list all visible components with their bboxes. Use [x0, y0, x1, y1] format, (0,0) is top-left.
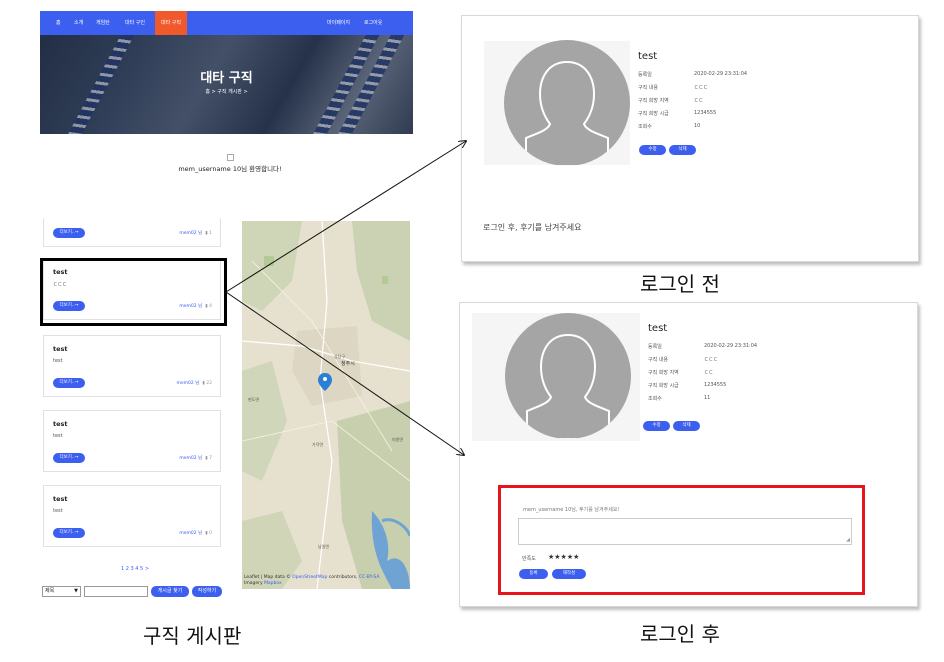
nav-item-jobseek[interactable]: 대타 구직 — [155, 11, 187, 35]
nav-item-hire[interactable]: 대타 구인 — [125, 11, 145, 35]
post-title: test — [53, 420, 68, 428]
chevron-down-icon: ▼ — [74, 588, 78, 594]
nav-item-mypage[interactable]: 마이페이지 — [327, 11, 350, 35]
delete-button[interactable]: 삭제 — [669, 145, 696, 155]
post-meta: mem02 님 ▮ 7 — [179, 456, 212, 461]
screenshot-composite: 홈 소개 게임탄 대타 구인 대타 구직 마이페이지 로그아웃 대타 구직 홈 … — [0, 0, 944, 662]
row-value: ㄷㄷ — [694, 98, 704, 104]
list-item[interactable]: test test 더보기..→ mem02 님 ▮ 22 — [43, 335, 221, 397]
detail-info: test 등록일 2020-02-29 23:31:04 구직 내용 ㄷㄷㄷ 구… — [630, 41, 899, 165]
map-label: 현도면 — [248, 396, 259, 402]
row-value: 2020-02-29 23:31:04 — [694, 71, 748, 77]
caption-board: 구직 게시판 — [143, 624, 242, 648]
map-label: 상당구 — [334, 353, 345, 359]
user-silhouette-icon — [526, 333, 610, 439]
post-title: test — [648, 323, 668, 334]
nav-item-logout[interactable]: 로그아웃 — [364, 11, 382, 35]
row-label: 조회수 — [648, 396, 662, 402]
osm-link[interactable]: OpenStreetMap — [292, 575, 327, 580]
nav-item-board[interactable]: 게임탄 — [96, 11, 110, 35]
write-button[interactable]: 작성하기 — [192, 586, 222, 597]
row-value: 11 — [704, 395, 711, 401]
rating-label: 만족도 — [522, 556, 536, 562]
row-label: 등록일 — [648, 344, 662, 350]
review-textarea[interactable]: ◢ — [518, 518, 852, 545]
row-label: 구직 희망 시급 — [638, 111, 669, 117]
star-rating[interactable]: ★★★★★ — [548, 553, 579, 561]
broken-image-icon — [227, 154, 234, 161]
register-button[interactable]: 등록 — [519, 569, 548, 579]
pagination[interactable]: 1 2 3 4 5 > — [100, 566, 170, 572]
map-view[interactable]: 청주시 상당구 가덕면 현도면 남일면 미원면 — [242, 221, 410, 589]
map-label: 미원면 — [392, 436, 403, 442]
row-value: ㄷㄷㄷ — [694, 85, 708, 91]
row-label: 조회수 — [638, 124, 652, 130]
user-silhouette-icon — [525, 60, 609, 166]
more-button[interactable]: 더보기..→ — [53, 453, 85, 463]
map-tiles: 청주시 상당구 가덕면 현도면 남일면 미원면 — [242, 221, 410, 589]
post-title: test — [53, 495, 68, 503]
edit-button[interactable]: 수정 — [639, 145, 666, 155]
row-value: ㄷㄷㄷ — [704, 357, 718, 363]
post-content: test — [53, 508, 63, 514]
post-meta: mem02 님 ▮ 22 — [176, 381, 213, 386]
row-label: 구직 희망 지역 — [638, 98, 669, 104]
hero-banner: 대타 구직 홈 > 구직 게시판 > — [40, 35, 413, 134]
avatar — [504, 40, 630, 166]
row-label: 등록일 — [638, 72, 652, 78]
more-button[interactable]: 더보기..→ — [53, 528, 85, 538]
detail-info: test 등록일 2020-02-29 23:31:04 구직 내용 ㄷㄷㄷ 구… — [640, 313, 903, 441]
more-button[interactable]: 더보기..→ — [53, 378, 85, 388]
row-value: ㄷㄷ — [704, 370, 714, 376]
post-meta: mem02 님 ▮ 0 — [179, 531, 212, 536]
row-value: 1234555 — [694, 110, 717, 116]
list-item[interactable]: test test 더보기..→ mem02 님 ▮ 0 — [43, 485, 221, 547]
nav-item-home[interactable]: 홈 — [56, 11, 61, 35]
post-meta: mem02 님 ▮ 1 — [179, 231, 212, 236]
license-link[interactable]: CC-BY-SA — [359, 575, 379, 580]
search-button[interactable]: 게시글 찾기 — [151, 586, 189, 597]
login-prompt: 로그인 후, 후기를 남겨주세요 — [483, 223, 582, 232]
row-label: 구직 희망 지역 — [648, 370, 679, 376]
search-input[interactable] — [84, 586, 148, 597]
caption-before: 로그인 전 — [640, 272, 720, 296]
map-label: 청주시 — [341, 361, 355, 367]
resize-grip-icon[interactable]: ◢ — [846, 537, 850, 543]
row-label: 구직 내용 — [638, 85, 658, 91]
row-label: 구직 희망 시급 — [648, 383, 679, 389]
edit-button[interactable]: 수정 — [643, 421, 670, 431]
list-item[interactable]: test test 더보기..→ mem02 님 ▮ 7 — [43, 410, 221, 472]
delete-button[interactable]: 삭제 — [673, 421, 700, 431]
map-label: 가덕면 — [312, 441, 323, 447]
map-attribution: Leaflet | Map data © OpenStreetMap contr… — [244, 575, 380, 586]
avatar — [505, 313, 631, 439]
welcome-text: mem_username 10님 환영합니다! — [178, 165, 282, 173]
post-title: test — [638, 51, 658, 62]
panel-before-login: test 등록일 2020-02-29 23:31:04 구직 내용 ㄷㄷㄷ 구… — [461, 15, 919, 262]
post-detail: test 등록일 2020-02-29 23:31:04 구직 내용 ㄷㄷㄷ 구… — [472, 313, 903, 441]
post-detail: test 등록일 2020-02-29 23:31:04 구직 내용 ㄷㄷㄷ 구… — [484, 40, 899, 166]
row-value: 1234555 — [704, 382, 727, 388]
top-nav: 홈 소개 게임탄 대타 구인 대타 구직 마이페이지 로그아웃 — [40, 11, 413, 35]
row-label: 구직 내용 — [648, 357, 668, 363]
highlight-box — [40, 258, 227, 326]
caption-after: 로그인 후 — [640, 622, 720, 646]
post-title: test — [53, 345, 68, 353]
search-select[interactable]: 제목 ▼ — [42, 586, 81, 597]
rewrite-button[interactable]: 재작성 — [552, 569, 586, 579]
more-button[interactable]: 더보기..→ — [53, 228, 85, 238]
review-placeholder: mem_username 10님, 후기를 남겨주세요! — [523, 507, 620, 513]
row-value: 2020-02-29 23:31:04 — [704, 343, 758, 349]
map-label: 남일면 — [318, 543, 329, 549]
row-value: 10 — [694, 123, 701, 129]
hero-title: 대타 구직 — [200, 71, 253, 86]
nav-item-about[interactable]: 소개 — [74, 11, 83, 35]
list-item[interactable]: 더보기..→ mem02 님 ▮ 1 — [43, 218, 221, 247]
post-content: test — [53, 358, 63, 364]
breadcrumb: 홈 > 구직 게시판 > — [205, 89, 248, 95]
post-content: test — [53, 433, 63, 439]
mapbox-link[interactable]: Mapbox — [264, 581, 282, 586]
